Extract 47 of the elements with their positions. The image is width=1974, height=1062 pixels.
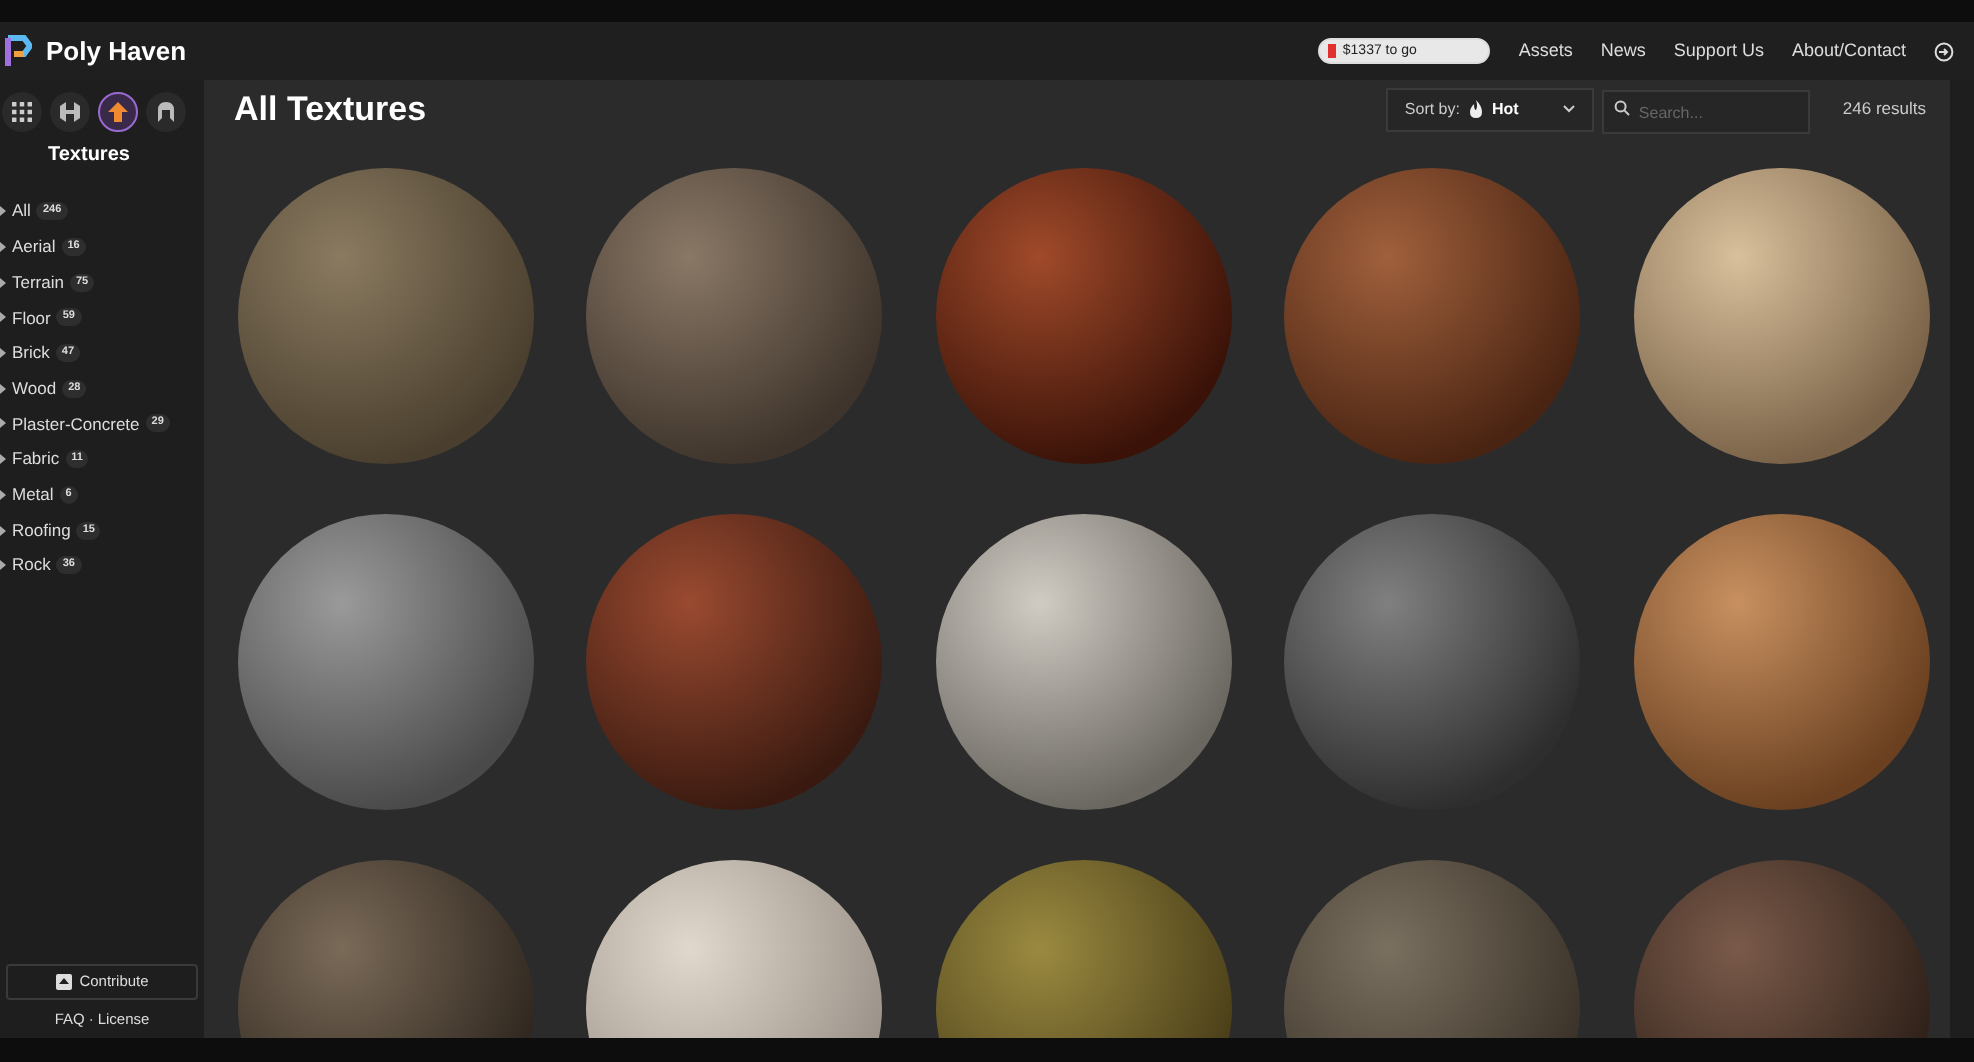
nav-link[interactable]: Assets xyxy=(1518,37,1573,65)
login-icon[interactable] xyxy=(1934,41,1954,61)
search-icon xyxy=(1614,99,1631,115)
sidebar-heading: Textures xyxy=(46,142,132,170)
chevron-down-icon xyxy=(1562,104,1577,115)
asset-type-tab[interactable] xyxy=(2,92,42,132)
sort-label: Sort by: xyxy=(1404,97,1460,122)
caret-icon xyxy=(0,312,6,323)
caret-icon xyxy=(0,560,6,571)
arrow-up-icon xyxy=(106,100,130,124)
category-name: Metal xyxy=(12,481,54,508)
asset-type-tab[interactable] xyxy=(98,92,138,132)
results-count: 246 results xyxy=(1842,96,1926,123)
nav-link[interactable]: Support Us xyxy=(1673,37,1764,65)
logo-icon xyxy=(4,33,32,69)
sort-dropdown[interactable]: Sort by: Hot xyxy=(1386,87,1595,132)
nav-link[interactable]: About/Contact xyxy=(1791,37,1906,65)
asset-type-tab[interactable] xyxy=(50,92,90,132)
category-name: Roofing xyxy=(12,517,71,543)
nav-link[interactable]: News xyxy=(1600,37,1646,65)
caret-icon xyxy=(0,454,6,465)
logo-text[interactable]: Poly Haven xyxy=(46,31,187,71)
category-name: All xyxy=(12,198,31,225)
page-title: All Textures xyxy=(234,88,427,132)
category-name: Floor xyxy=(12,305,51,331)
caret-icon xyxy=(0,277,6,288)
category-name: Plaster-Concrete xyxy=(12,411,140,437)
category-name: Aerial xyxy=(12,234,56,260)
category-name: Fabric xyxy=(12,446,60,473)
sort-value: Hot xyxy=(1491,97,1519,122)
asset-type-tab[interactable] xyxy=(146,92,186,132)
caret-icon xyxy=(0,383,6,394)
caret-icon xyxy=(0,206,6,217)
category-name: Rock xyxy=(12,552,51,579)
category-name: Brick xyxy=(12,340,50,366)
category-name: Wood xyxy=(12,375,57,402)
category-name: Terrain xyxy=(12,269,64,296)
caret-icon xyxy=(0,418,6,429)
scrollbar-track[interactable] xyxy=(1950,80,1974,1038)
upload-icon xyxy=(55,974,72,990)
search-field[interactable]: Search... xyxy=(1602,90,1811,134)
flame-icon xyxy=(1467,100,1484,119)
caret-icon xyxy=(0,525,6,536)
caret-icon xyxy=(0,242,6,253)
grid-icon xyxy=(12,102,32,122)
caret-icon xyxy=(0,489,6,500)
caret-icon xyxy=(0,348,6,359)
